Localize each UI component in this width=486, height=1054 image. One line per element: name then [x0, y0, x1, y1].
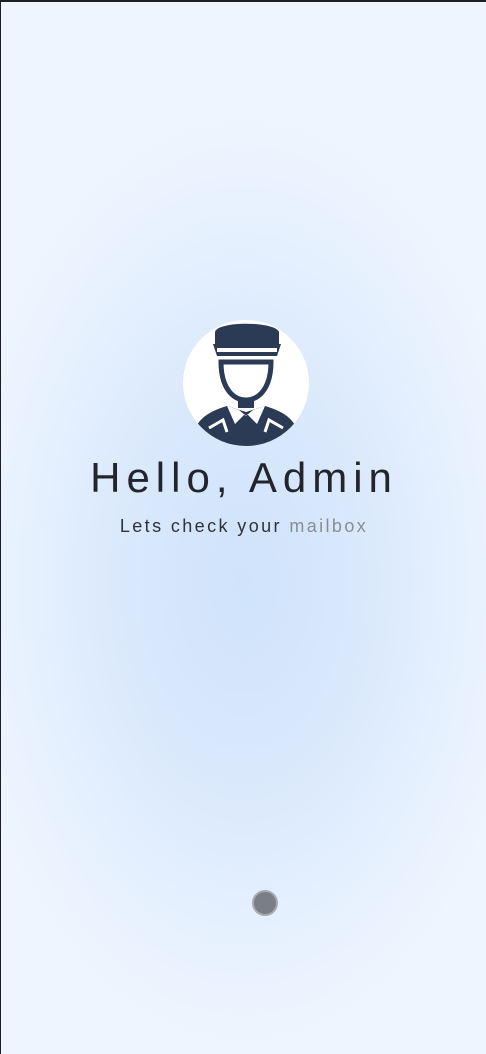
subtitle-faded: mailbox [289, 516, 369, 536]
greeting-heading: Hello, Admin [90, 454, 398, 501]
avatar [183, 320, 309, 446]
splash-screen: Hello, Admin Lets check your mailbox [1, 2, 486, 1054]
user-officer-icon [191, 323, 301, 446]
loading-indicator [252, 890, 278, 916]
subtitle: Lets check your mailbox [1, 516, 486, 537]
subtitle-main: Lets check your [119, 516, 290, 536]
